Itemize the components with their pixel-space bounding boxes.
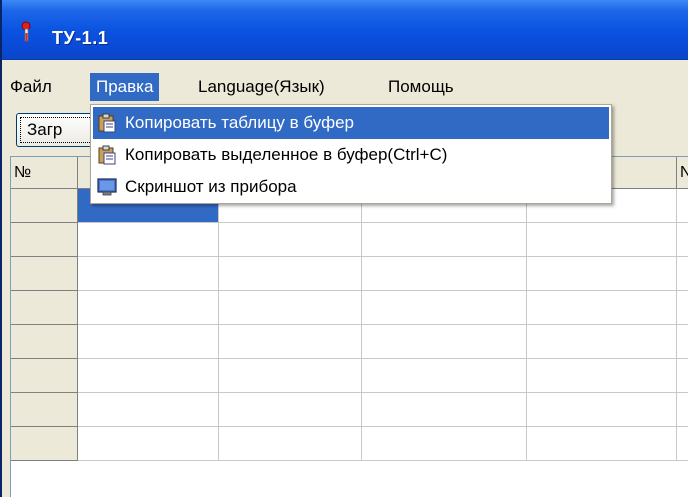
table-cell[interactable]: [677, 359, 688, 393]
clipboard-icon: [98, 113, 116, 133]
header-cell-number[interactable]: №: [11, 157, 78, 189]
row-header[interactable]: [11, 359, 78, 393]
table-cell[interactable]: [677, 393, 688, 427]
thermometer-icon: [21, 21, 31, 42]
clipboard-icon: [98, 145, 116, 165]
row-header[interactable]: [11, 393, 78, 427]
table-cell[interactable]: [677, 257, 688, 291]
row-header[interactable]: [11, 291, 78, 325]
menu-bar: Файл Правка Language(Язык) Помощь: [2, 70, 688, 104]
row-header[interactable]: [11, 325, 78, 359]
table-cell[interactable]: [78, 223, 219, 257]
table-cell[interactable]: [78, 393, 219, 427]
menu-item-copy-selection[interactable]: Копировать выделенное в буфер(Ctrl+C): [93, 139, 609, 171]
table-cell[interactable]: [362, 359, 527, 393]
table-cell[interactable]: [677, 223, 688, 257]
monitor-icon: [97, 178, 117, 196]
table-cell[interactable]: [527, 291, 677, 325]
menu-file[interactable]: Файл: [4, 73, 58, 101]
table-cell[interactable]: [527, 427, 677, 461]
data-grid[interactable]: № N: [10, 156, 688, 497]
header-cell[interactable]: N: [677, 157, 688, 189]
menu-item-copy-table[interactable]: Копировать таблицу в буфер: [93, 107, 609, 139]
row-header[interactable]: [11, 189, 78, 223]
table-cell[interactable]: [219, 427, 362, 461]
table-cell[interactable]: [78, 359, 219, 393]
table-cell[interactable]: [362, 223, 527, 257]
table-cell[interactable]: [677, 291, 688, 325]
table-cell[interactable]: [362, 257, 527, 291]
table-cell[interactable]: [527, 325, 677, 359]
edit-menu-dropdown: Копировать таблицу в буфер Копировать вы…: [90, 104, 612, 204]
table-cell[interactable]: [78, 325, 219, 359]
table-cell[interactable]: [527, 359, 677, 393]
table-cell[interactable]: [362, 291, 527, 325]
table-cell[interactable]: [677, 325, 688, 359]
row-header[interactable]: [11, 257, 78, 291]
app-window: ТУ-1.1 Файл Правка Language(Язык) Помощь…: [0, 0, 688, 497]
table-cell[interactable]: [219, 291, 362, 325]
menu-item-label: Копировать таблицу в буфер: [125, 113, 354, 132]
table-cell[interactable]: [527, 257, 677, 291]
table-cell[interactable]: [362, 427, 527, 461]
table-cell[interactable]: [527, 223, 677, 257]
table-cell[interactable]: [78, 291, 219, 325]
window-title: ТУ-1.1: [52, 28, 109, 48]
row-header[interactable]: [11, 427, 78, 461]
table-cell[interactable]: [362, 393, 527, 427]
table-cell[interactable]: [527, 393, 677, 427]
table-cell[interactable]: [78, 257, 219, 291]
table-cell[interactable]: [219, 257, 362, 291]
menu-item-label: Скриншот из прибора: [125, 177, 297, 196]
table-cell[interactable]: [219, 393, 362, 427]
table-cell[interactable]: [677, 427, 688, 461]
table-cell[interactable]: [219, 325, 362, 359]
row-header[interactable]: [11, 223, 78, 257]
menu-edit[interactable]: Правка: [90, 73, 160, 101]
table-cell[interactable]: [362, 325, 527, 359]
table-cell[interactable]: [219, 223, 362, 257]
title-bar[interactable]: ТУ-1.1: [2, 0, 688, 60]
table-cell[interactable]: [78, 427, 219, 461]
menu-item-label: Копировать выделенное в буфер(Ctrl+C): [125, 145, 448, 164]
table-cell[interactable]: [219, 359, 362, 393]
menu-help[interactable]: Помощь: [382, 73, 460, 101]
menu-language[interactable]: Language(Язык): [192, 73, 331, 101]
table-cell[interactable]: [677, 189, 688, 223]
menu-item-screenshot[interactable]: Скриншот из прибора: [93, 171, 609, 203]
